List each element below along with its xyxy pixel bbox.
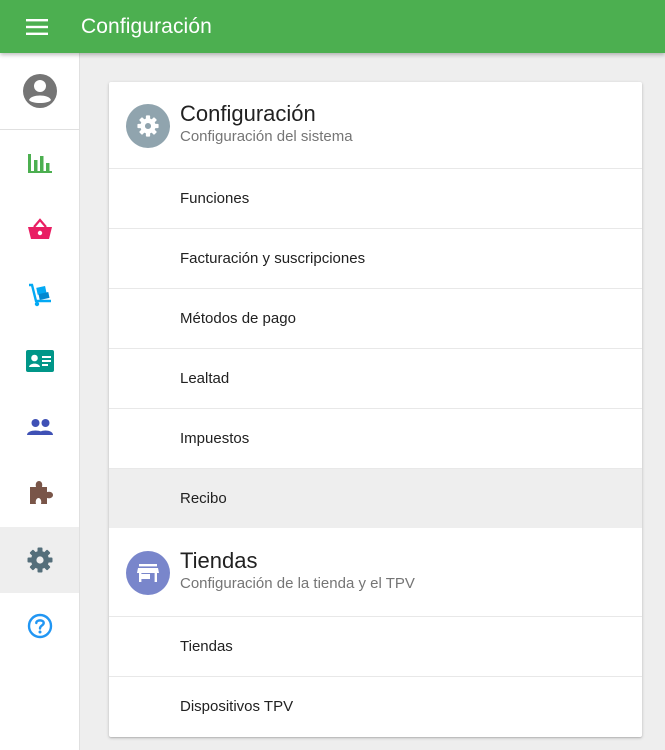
section-header-system: Configuración Configuración del sistema: [109, 82, 642, 168]
sidebar-item-integrations[interactable]: [0, 460, 79, 526]
sidebar-item-help[interactable]: [0, 593, 79, 659]
bar-chart-icon: [27, 154, 52, 173]
shopping-basket-icon: [27, 218, 52, 239]
puzzle-piece-icon: [29, 481, 53, 504]
sidebar-item-employees[interactable]: [0, 328, 79, 394]
page-title: Configuración: [81, 14, 212, 38]
settings-item-payment-methods[interactable]: Métodos de pago: [109, 288, 642, 348]
settings-card: Configuración Configuración del sistema …: [109, 82, 642, 737]
settings-item-features[interactable]: Funciones: [109, 168, 642, 228]
section-title: Configuración: [180, 101, 316, 126]
settings-item-loyalty[interactable]: Lealtad: [109, 348, 642, 408]
settings-item-label: Dispositivos TPV: [180, 698, 294, 715]
contact-card-icon: [25, 350, 54, 372]
section-subtitle: Configuración de la tienda y el TPV: [180, 575, 415, 592]
gear-icon: [137, 115, 159, 137]
settings-item-label: Funciones: [180, 190, 250, 207]
settings-item-label: Impuestos: [180, 430, 250, 447]
help-circle-icon: [27, 613, 52, 639]
settings-item-billing[interactable]: Facturación y suscripciones: [109, 228, 642, 288]
account-circle-icon: [22, 74, 57, 108]
people-icon: [26, 419, 53, 435]
section-subtitle: Configuración del sistema: [180, 128, 353, 145]
store-icon: [137, 564, 159, 582]
section-avatar: [126, 104, 170, 148]
sidebar: [0, 53, 80, 750]
sidebar-item-sales[interactable]: [0, 196, 79, 262]
sidebar-item-inventory[interactable]: [0, 262, 79, 328]
sidebar-item-customers[interactable]: [0, 394, 79, 460]
settings-item-taxes[interactable]: Impuestos: [109, 408, 642, 468]
settings-item-pos-devices[interactable]: Dispositivos TPV: [109, 676, 642, 736]
settings-item-label: Tiendas: [180, 638, 233, 655]
menu-button[interactable]: [0, 0, 74, 53]
settings-item-label: Métodos de pago: [180, 310, 296, 327]
section-header-text: Tiendas Configuración de la tienda y el …: [180, 548, 415, 593]
section-header-text: Configuración Configuración del sistema: [180, 101, 353, 146]
settings-item-label: Facturación y suscripciones: [180, 250, 366, 267]
sidebar-item-account[interactable]: [0, 53, 79, 129]
app-bar: Configuración: [0, 0, 665, 53]
section-header-stores: Tiendas Configuración de la tienda y el …: [109, 529, 642, 616]
gear-icon: [27, 547, 52, 573]
section-title: Tiendas: [180, 548, 258, 573]
sidebar-item-reports[interactable]: [0, 130, 79, 196]
settings-item-receipt[interactable]: Recibo: [109, 468, 642, 528]
settings-item-stores[interactable]: Tiendas: [109, 616, 642, 676]
hamburger-menu-icon: [26, 18, 48, 35]
sidebar-item-settings[interactable]: [0, 527, 79, 593]
dolly-cart-icon: [28, 283, 51, 307]
section-avatar: [126, 551, 170, 595]
settings-item-label: Lealtad: [180, 370, 230, 387]
settings-item-label: Recibo: [180, 490, 227, 507]
